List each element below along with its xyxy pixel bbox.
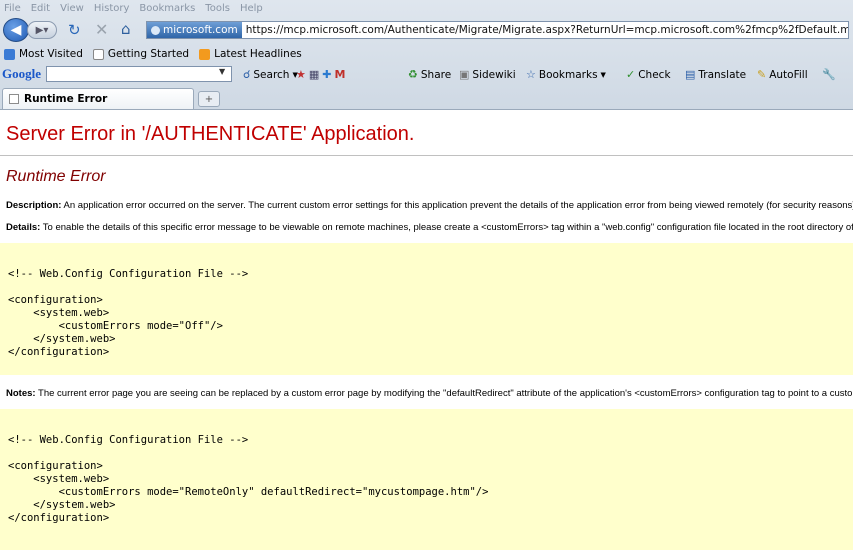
rss-icon bbox=[199, 48, 211, 60]
bookmark-getting-started[interactable]: Getting Started bbox=[92, 48, 190, 60]
bookmark-label: Latest Headlines bbox=[214, 48, 302, 60]
sidewiki-icon: ▣ bbox=[459, 68, 470, 81]
google-logo: Google bbox=[2, 66, 41, 81]
menu-tools[interactable]: Tools bbox=[205, 3, 230, 14]
toolbar-icons-group[interactable]: ★ ▦ ✚ M bbox=[296, 68, 345, 81]
details-label: Details: bbox=[6, 222, 41, 233]
check-button[interactable]: ✓ Check bbox=[626, 68, 671, 81]
menu-bar: File Edit View History Bookmarks Tools H… bbox=[0, 0, 853, 16]
back-arrow-icon: ◀ bbox=[10, 22, 22, 38]
bookmark-label: Most Visited bbox=[19, 48, 83, 60]
star-icon: ☆ bbox=[526, 68, 536, 81]
bookmark-most-visited[interactable]: Most Visited bbox=[4, 48, 83, 60]
bookmark-label: Getting Started bbox=[107, 48, 190, 60]
details-text: To enable the details of this specific e… bbox=[40, 222, 853, 233]
check-label: Check bbox=[638, 68, 671, 81]
browser-chrome: File Edit View History Bookmarks Tools H… bbox=[0, 0, 853, 110]
menu-edit[interactable]: Edit bbox=[31, 3, 50, 14]
navigation-bar: ◀ ▶▾ ↻ ✕ ⌂ microsoft.com https://mcp.mic… bbox=[0, 16, 853, 44]
autofill-icon: ✎ bbox=[757, 68, 767, 81]
share-label: Share bbox=[420, 68, 452, 81]
code-text: <!-- Web.Config Configuration File --> <… bbox=[8, 434, 489, 524]
popup-icon: ★ bbox=[296, 68, 306, 81]
home-icon[interactable]: ⌂ bbox=[121, 20, 131, 38]
description-paragraph: Description: An application error occurr… bbox=[6, 200, 853, 211]
site-badge-label: microsoft.com bbox=[163, 24, 238, 36]
bookmarks-toolbar: Most Visited Getting Started Latest Head… bbox=[0, 45, 853, 63]
details-paragraph: Details: To enable the details of this s… bbox=[6, 222, 853, 233]
tab-bar: Runtime Error + bbox=[0, 88, 853, 110]
notes-label: Notes: bbox=[6, 388, 36, 399]
bookmarks-label: Bookmarks bbox=[538, 68, 598, 81]
back-button[interactable]: ◀ bbox=[3, 18, 29, 42]
search-label: Search bbox=[253, 68, 290, 81]
menu-file[interactable]: File bbox=[4, 3, 21, 14]
notes-text: The current error page you are seeing ca… bbox=[35, 388, 853, 399]
gmail-icon: M bbox=[334, 68, 346, 81]
autofill-label: AutoFill bbox=[769, 68, 808, 81]
spellcheck-icon: ✓ bbox=[626, 68, 636, 81]
google-search-input[interactable] bbox=[46, 66, 232, 82]
forward-arrow-icon: ▶▾ bbox=[35, 24, 49, 36]
autofill-button[interactable]: ✎ AutoFill bbox=[757, 68, 808, 81]
tab-title: Runtime Error bbox=[24, 93, 108, 105]
server-error-title: Server Error in '/AUTHENTICATE' Applicat… bbox=[6, 123, 415, 145]
url-bar[interactable]: microsoft.com https://mcp.microsoft.com/… bbox=[146, 21, 849, 39]
code-text: <!-- Web.Config Configuration File --> <… bbox=[8, 268, 249, 358]
page-icon bbox=[92, 48, 104, 60]
menu-history[interactable]: History bbox=[94, 3, 130, 14]
wrench-icon: 🔧 bbox=[822, 68, 836, 81]
page-icon bbox=[9, 94, 19, 104]
page-content: Server Error in '/AUTHENTICATE' Applicat… bbox=[0, 111, 853, 550]
search-icon: ☌ bbox=[243, 68, 251, 81]
bookmarks-button[interactable]: ☆ Bookmarks ▼ bbox=[526, 68, 606, 81]
share-button[interactable]: ♻ Share bbox=[408, 68, 451, 81]
url-text[interactable]: https://mcp.microsoft.com/Authenticate/M… bbox=[242, 24, 848, 36]
plus-icon: ✚ bbox=[322, 68, 332, 81]
divider bbox=[0, 155, 853, 156]
translate-label: Translate bbox=[698, 68, 747, 81]
description-label: Description: bbox=[6, 200, 62, 211]
menu-view[interactable]: View bbox=[60, 3, 84, 14]
code-block-off: <!-- Web.Config Configuration File --> <… bbox=[0, 243, 853, 375]
runtime-error-title: Runtime Error bbox=[6, 168, 106, 185]
tab-runtime-error[interactable]: Runtime Error bbox=[2, 88, 194, 109]
translate-icon: ▤ bbox=[685, 68, 696, 81]
bookmark-folder-icon bbox=[4, 48, 15, 60]
share-icon: ♻ bbox=[408, 68, 418, 81]
sidewiki-label: Sidewiki bbox=[472, 68, 516, 81]
notes-paragraph: Notes: The current error page you are se… bbox=[6, 388, 853, 399]
new-tab-button[interactable]: + bbox=[198, 91, 220, 107]
forward-button[interactable]: ▶▾ bbox=[27, 21, 57, 39]
chevron-down-icon[interactable]: ▼ bbox=[219, 67, 225, 76]
globe-icon bbox=[151, 25, 160, 35]
sidewiki-button[interactable]: ▣ Sidewiki bbox=[459, 68, 516, 81]
search-button[interactable]: ☌ Search ▼ bbox=[243, 68, 298, 81]
stop-icon[interactable]: ✕ bbox=[95, 20, 108, 39]
site-identity-badge[interactable]: microsoft.com bbox=[147, 22, 242, 38]
plus-icon: + bbox=[204, 93, 214, 105]
google-toolbar: Google ▼ ☌ Search ▼ ★ ▦ ✚ M ♻ Share ▣ Si… bbox=[0, 63, 853, 85]
code-block-remoteonly: <!-- Web.Config Configuration File --> <… bbox=[0, 409, 853, 550]
news-icon: ▦ bbox=[308, 68, 320, 81]
translate-button[interactable]: ▤ Translate bbox=[685, 68, 746, 81]
description-text: An application error occurred on the ser… bbox=[61, 200, 853, 211]
bookmark-latest-headlines[interactable]: Latest Headlines bbox=[199, 48, 302, 60]
menu-help[interactable]: Help bbox=[240, 3, 263, 14]
reload-icon[interactable]: ↻ bbox=[68, 21, 81, 39]
menu-bookmarks[interactable]: Bookmarks bbox=[139, 3, 195, 14]
wrench-button[interactable]: 🔧 bbox=[822, 68, 836, 81]
